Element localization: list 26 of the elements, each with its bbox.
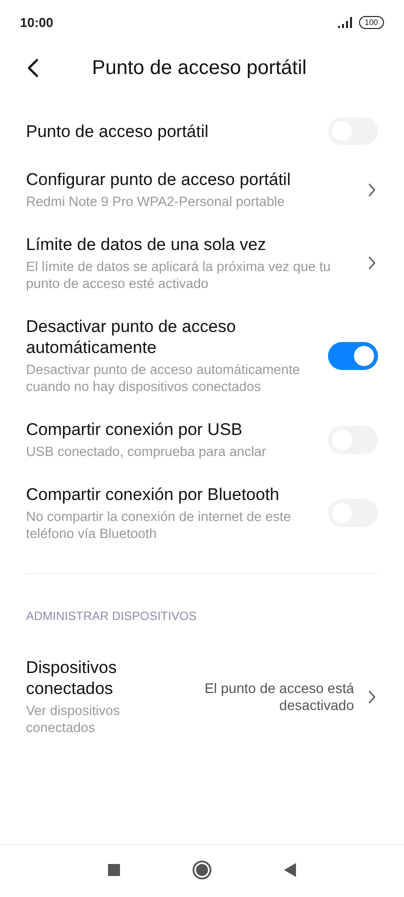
setting-description: USB conectado, comprueba para anclar [26,443,268,460]
setting-description: Ver dispositivos conectados [26,702,121,736]
battery-level: 100 [358,16,384,29]
setting-title[interactable]: Configurar punto de acceso portátil [26,169,354,190]
chevron-right-icon [368,182,376,196]
setting-description: No compartir la conexión de internet de este teléfono vía Bluetooth [26,508,292,542]
setting-title[interactable]: Compartir conexión por Bluetooth [26,484,314,505]
chevron-right-icon [368,256,376,270]
section-header: ADMINISTRAR DISPOSITIVOS [25,608,198,625]
signal-icon [338,17,354,28]
setting-title[interactable]: Compartir conexión por USB [26,419,314,440]
back-icon[interactable] [27,58,39,78]
back-icon[interactable] [284,863,296,877]
setting-description: Desactivar punto de acceso automáticamente cuando no hay dispositivos conectados [26,361,301,395]
home-icon[interactable] [192,860,212,880]
setting-description: Redmi Note 9 Pro WPA2-Personal portable [26,193,286,210]
setting-title[interactable]: Dispositivos conectados [26,657,176,699]
setting-title[interactable]: Punto de acceso portátil [26,120,314,142]
toggle-switch[interactable] [328,342,378,370]
setting-title[interactable]: Desactivar punto de acceso automáticamente [26,316,314,358]
setting-title[interactable]: Límite de datos de una sola vez [26,234,354,255]
page-title: Punto de acceso portátil [92,56,307,80]
chevron-right-icon [368,690,376,704]
setting-value: El punto de acceso está desactivado [204,680,354,714]
setting-description: El límite de datos se aplicará la próxima vez que tu punto de acceso esté activado [26,258,332,292]
status-time: 10:00 [20,15,54,30]
